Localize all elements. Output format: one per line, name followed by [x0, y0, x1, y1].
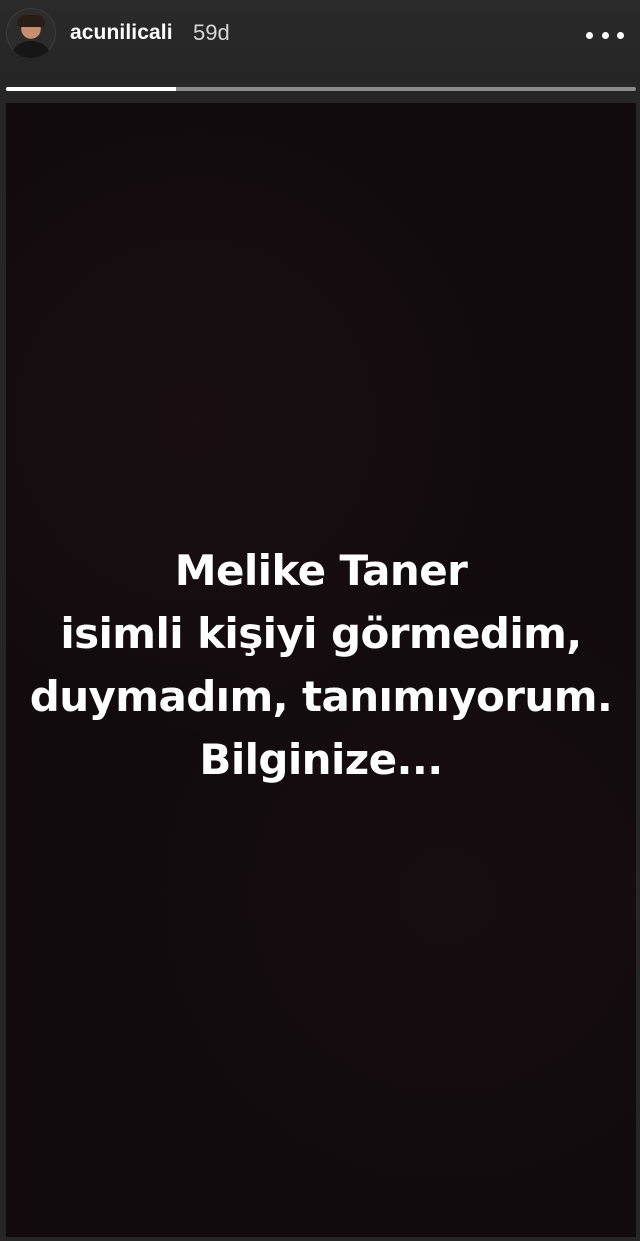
story-line-2: isimli kişiyi görmedim, — [60, 609, 582, 658]
story-line-1: Melike Taner — [174, 546, 468, 595]
story-age: 59d — [193, 20, 230, 45]
dot-icon — [601, 31, 609, 39]
story-progress-fill — [6, 87, 177, 91]
story-progress-bar — [6, 87, 636, 91]
username[interactable]: acunilicali — [70, 21, 173, 45]
story-header: acunilicali 59d — [0, 0, 640, 82]
profile-avatar-icon[interactable] — [6, 8, 56, 58]
story-viewer: acunilicali 59d Melike Taner isimli kişi… — [0, 0, 640, 1241]
dot-icon — [586, 31, 593, 39]
story-line-3: duymadım, tanımıyorum. — [29, 672, 613, 721]
more-options-icon[interactable] — [586, 28, 624, 42]
story-text: Melike Taner isimli kişiyi görmedim, duy… — [6, 539, 636, 791]
dot-icon — [617, 31, 624, 39]
story-line-4: Bilginize... — [199, 735, 443, 784]
story-content[interactable]: Melike Taner isimli kişiyi görmedim, duy… — [6, 103, 636, 1237]
